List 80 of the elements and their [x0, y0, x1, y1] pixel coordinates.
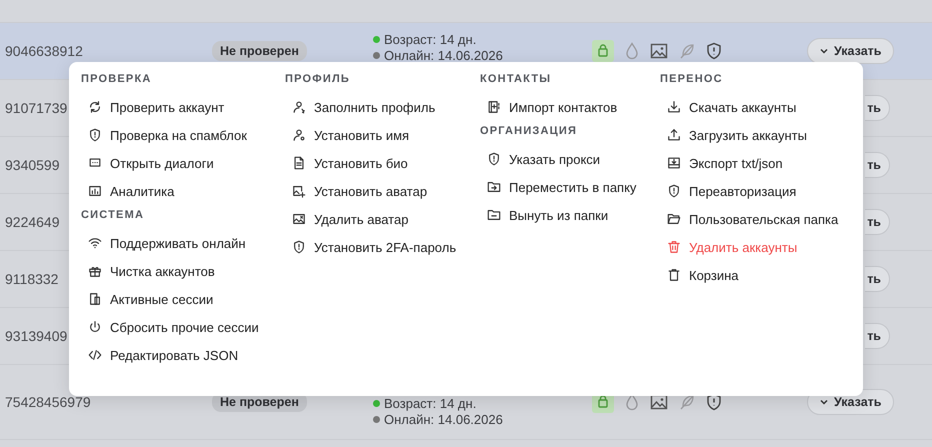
phone-number: 9046638912: [5, 43, 83, 59]
menu-item[interactable]: Импорт контактов: [480, 93, 618, 121]
menu-item[interactable]: Переместить в папку: [480, 173, 636, 201]
menu-item[interactable]: Экспорт txt/json: [660, 149, 783, 177]
status-text: Онлайн: 14.06.2026: [384, 412, 503, 427]
contacts-icon: [487, 100, 501, 114]
menu-item[interactable]: Сбросить прочие сессии: [81, 313, 259, 341]
drop-icon[interactable]: [624, 42, 640, 60]
image-icon[interactable]: [650, 393, 668, 411]
menu-item[interactable]: Вынуть из папки: [480, 201, 608, 229]
specify-button[interactable]: ть: [865, 323, 890, 349]
feather-icon[interactable]: [678, 393, 696, 411]
status-text: Онлайн: 14.06.2026: [384, 48, 503, 63]
export-icon: [667, 156, 681, 170]
menu-item[interactable]: Установить био: [285, 149, 408, 177]
devices-icon: [88, 292, 102, 306]
power-icon: [88, 320, 102, 334]
menu-item[interactable]: Указать прокси: [480, 145, 600, 173]
image-remove-icon: [292, 212, 306, 226]
shield-icon: [292, 240, 306, 254]
shield-icon: [88, 128, 102, 142]
menu-item[interactable]: Поддерживать онлайн: [81, 229, 246, 257]
shield-icon[interactable]: [706, 42, 722, 60]
status-text: Возраст: 14 дн.: [384, 396, 476, 411]
menu-item[interactable]: Проверить аккаунт: [81, 93, 224, 121]
shield-icon[interactable]: [706, 393, 722, 411]
specify-button[interactable]: ть: [865, 152, 890, 178]
bin-icon: [667, 268, 681, 282]
status-badge: Не проверен: [212, 41, 307, 61]
shield-icon: [667, 184, 681, 198]
menu-item[interactable]: Чистка аккаунтов: [81, 257, 215, 285]
menu-item[interactable]: Установить аватар: [285, 177, 428, 205]
phone-number: 9224649: [5, 214, 60, 230]
status-text: Возраст: 14 дн.: [384, 32, 476, 47]
drop-icon[interactable]: [624, 393, 640, 411]
menu-item[interactable]: Корзина: [660, 261, 739, 289]
section-heading: ОРГАНИЗАЦИЯ: [480, 125, 578, 139]
specify-button[interactable]: ть: [865, 266, 890, 292]
shield-icon: [487, 152, 501, 166]
image-icon[interactable]: [650, 42, 668, 60]
chart-icon: [88, 184, 102, 198]
menu-item[interactable]: Загрузить аккаунты: [660, 121, 807, 149]
menu-item[interactable]: Скачать аккаунты: [660, 93, 796, 121]
folder-icon: [667, 212, 681, 226]
specify-button[interactable]: ть: [865, 209, 890, 235]
folder-minus-icon: [487, 208, 501, 222]
menu-item[interactable]: Удалить аккаунты: [660, 233, 798, 261]
lock-icon[interactable]: [592, 40, 614, 62]
menu-item[interactable]: Аналитика: [81, 177, 174, 205]
image-add-icon: [292, 184, 306, 198]
phone-number: 9118332: [5, 271, 58, 287]
specify-button[interactable]: ть: [865, 95, 890, 121]
upload-icon: [667, 128, 681, 142]
menu-item[interactable]: Пользовательская папка: [660, 205, 838, 233]
phone-number: 75428456979: [5, 394, 91, 410]
menu-item[interactable]: Установить имя: [285, 121, 410, 149]
menu-item[interactable]: Заполнить профиль: [285, 93, 436, 121]
document-icon: [292, 156, 306, 170]
section-heading: СИСТЕМА: [81, 209, 146, 223]
folder-arrow-icon: [487, 180, 501, 194]
download-icon: [667, 100, 681, 114]
phone-number: 91071739: [5, 100, 68, 116]
phone-number: 93139409: [5, 328, 68, 344]
user-star-icon: [292, 100, 306, 114]
refresh-icon: [88, 100, 102, 114]
gift-box-icon: [88, 264, 102, 278]
menu-item[interactable]: Переавторизация: [660, 177, 796, 205]
menu-item[interactable]: Удалить аватар: [285, 205, 408, 233]
specify-button[interactable]: Указать: [807, 38, 894, 64]
menu-item[interactable]: Активные сессии: [81, 285, 214, 313]
trash-icon: [667, 240, 681, 254]
wifi-icon: [88, 236, 102, 250]
user-gear-icon: [292, 128, 306, 142]
code-icon: [88, 348, 102, 362]
chevron-icon: [820, 399, 828, 405]
phone-number: 9340599: [5, 157, 60, 173]
menu-item[interactable]: Установить 2FA-пароль: [285, 233, 456, 261]
menu-item[interactable]: Открыть диалоги: [81, 149, 214, 177]
menu-item[interactable]: Проверка на спамблок: [81, 121, 247, 149]
chevron-icon: [820, 48, 828, 54]
